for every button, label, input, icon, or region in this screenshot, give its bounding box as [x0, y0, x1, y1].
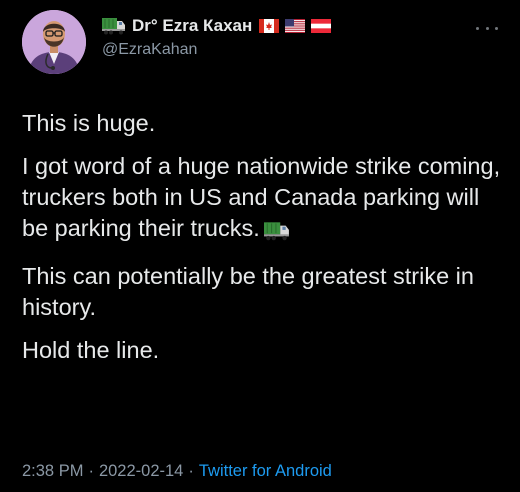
meta-separator: · [188, 462, 194, 480]
more-dot [495, 26, 498, 30]
tweet-paragraph: This can potentially be the greatest str… [22, 261, 502, 323]
tweet-paragraph-text: I got word of a huge nationwide strike c… [22, 153, 501, 241]
tweet-paragraph: I got word of a huge nationwide strike c… [22, 151, 502, 249]
austria-flag-icon [311, 19, 332, 33]
author-handle[interactable]: @EzraKahan [102, 41, 464, 61]
usa-flag-icon [285, 19, 306, 33]
tweet-meta: 2:38 PM · 2022-02-14 · Twitter for Android [22, 462, 332, 481]
tweet-paragraph-text: Hold the line. [22, 337, 160, 363]
avatar[interactable] [22, 10, 86, 74]
author-name-row[interactable]: Dr° Ezra Кахан [102, 14, 464, 38]
more-dot [476, 26, 479, 30]
tweet-card: Dr° Ezra Кахан @EzraKahan This is huge. … [0, 0, 520, 492]
tweet-time[interactable]: 2:38 PM [22, 462, 83, 480]
more-options-icon[interactable] [476, 22, 498, 34]
tweet-paragraph-text: This is huge. [22, 110, 156, 136]
tweet-paragraph-text: This can potentially be the greatest str… [22, 263, 474, 320]
tweet-paragraph: This is huge. [22, 108, 502, 139]
display-name[interactable]: Dr° Ezra Кахан [132, 16, 252, 36]
truck-emoji-icon [263, 218, 290, 249]
tweet-date[interactable]: 2022-02-14 [99, 462, 183, 480]
tweet-header: Dr° Ezra Кахан @EzraKahan [102, 14, 464, 61]
canada-flag-icon [259, 19, 280, 33]
tweet-paragraph: Hold the line. [22, 335, 502, 366]
more-dot [485, 26, 489, 30]
tweet-text: This is huge. I got word of a huge natio… [22, 108, 502, 378]
truck-emoji-icon [102, 17, 126, 35]
tweet-source-link[interactable]: Twitter for Android [199, 462, 332, 480]
meta-separator: · [88, 462, 94, 480]
